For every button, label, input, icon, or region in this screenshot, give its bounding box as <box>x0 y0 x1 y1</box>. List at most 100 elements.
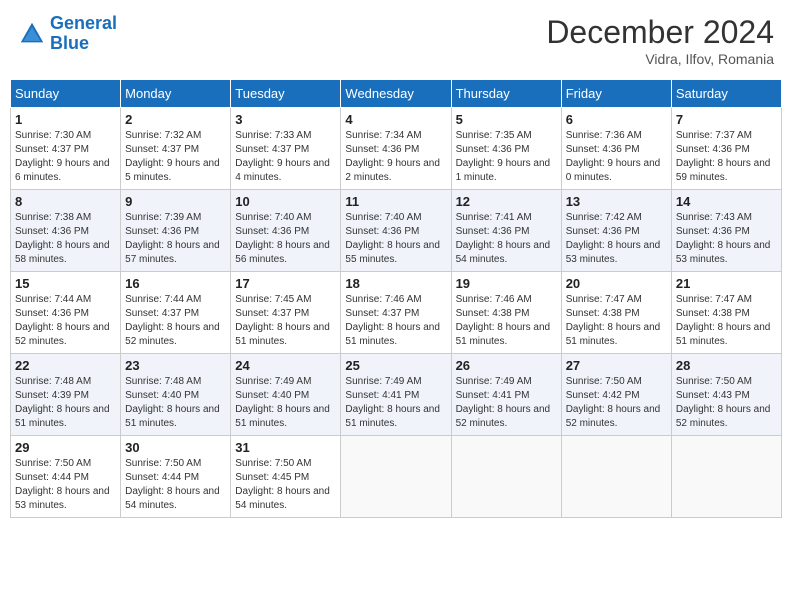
day-info: Sunrise: 7:50 AM Sunset: 4:43 PM Dayligh… <box>676 375 777 431</box>
calendar-day-cell: 28 Sunrise: 7:50 AM Sunset: 4:43 PM Dayl… <box>671 354 781 436</box>
day-info: Sunrise: 7:45 AM Sunset: 4:37 PM Dayligh… <box>235 293 336 349</box>
calendar-week-row: 22 Sunrise: 7:48 AM Sunset: 4:39 PM Dayl… <box>11 354 782 436</box>
calendar-day-cell: 30 Sunrise: 7:50 AM Sunset: 4:44 PM Dayl… <box>121 436 231 518</box>
calendar-day-cell: 24 Sunrise: 7:49 AM Sunset: 4:40 PM Dayl… <box>231 354 341 436</box>
day-info: Sunrise: 7:34 AM Sunset: 4:36 PM Dayligh… <box>345 129 446 185</box>
calendar-day-cell: 23 Sunrise: 7:48 AM Sunset: 4:40 PM Dayl… <box>121 354 231 436</box>
location-subtitle: Vidra, Ilfov, Romania <box>546 51 774 67</box>
day-number: 11 <box>345 194 446 209</box>
day-number: 28 <box>676 358 777 373</box>
day-number: 14 <box>676 194 777 209</box>
day-info: Sunrise: 7:48 AM Sunset: 4:40 PM Dayligh… <box>125 375 226 431</box>
calendar-day-cell: 29 Sunrise: 7:50 AM Sunset: 4:44 PM Dayl… <box>11 436 121 518</box>
day-of-week-header: Thursday <box>451 80 561 108</box>
day-number: 26 <box>456 358 557 373</box>
calendar-day-cell: 16 Sunrise: 7:44 AM Sunset: 4:37 PM Dayl… <box>121 272 231 354</box>
day-of-week-header: Friday <box>561 80 671 108</box>
day-number: 9 <box>125 194 226 209</box>
day-number: 8 <box>15 194 116 209</box>
calendar-header-row: SundayMondayTuesdayWednesdayThursdayFrid… <box>11 80 782 108</box>
calendar-week-row: 29 Sunrise: 7:50 AM Sunset: 4:44 PM Dayl… <box>11 436 782 518</box>
day-info: Sunrise: 7:50 AM Sunset: 4:44 PM Dayligh… <box>15 457 116 513</box>
calendar-day-cell: 21 Sunrise: 7:47 AM Sunset: 4:38 PM Dayl… <box>671 272 781 354</box>
day-number: 17 <box>235 276 336 291</box>
calendar-day-cell: 7 Sunrise: 7:37 AM Sunset: 4:36 PM Dayli… <box>671 108 781 190</box>
day-number: 12 <box>456 194 557 209</box>
calendar-day-cell: 8 Sunrise: 7:38 AM Sunset: 4:36 PM Dayli… <box>11 190 121 272</box>
day-number: 30 <box>125 440 226 455</box>
calendar-table: SundayMondayTuesdayWednesdayThursdayFrid… <box>10 79 782 518</box>
calendar-day-cell: 9 Sunrise: 7:39 AM Sunset: 4:36 PM Dayli… <box>121 190 231 272</box>
month-title: December 2024 <box>546 14 774 51</box>
day-number: 24 <box>235 358 336 373</box>
day-info: Sunrise: 7:32 AM Sunset: 4:37 PM Dayligh… <box>125 129 226 185</box>
calendar-day-cell: 2 Sunrise: 7:32 AM Sunset: 4:37 PM Dayli… <box>121 108 231 190</box>
calendar-day-cell: 26 Sunrise: 7:49 AM Sunset: 4:41 PM Dayl… <box>451 354 561 436</box>
day-info: Sunrise: 7:50 AM Sunset: 4:42 PM Dayligh… <box>566 375 667 431</box>
day-info: Sunrise: 7:40 AM Sunset: 4:36 PM Dayligh… <box>235 211 336 267</box>
day-number: 6 <box>566 112 667 127</box>
day-info: Sunrise: 7:40 AM Sunset: 4:36 PM Dayligh… <box>345 211 446 267</box>
calendar-day-cell: 11 Sunrise: 7:40 AM Sunset: 4:36 PM Dayl… <box>341 190 451 272</box>
day-info: Sunrise: 7:50 AM Sunset: 4:44 PM Dayligh… <box>125 457 226 513</box>
calendar-day-cell <box>671 436 781 518</box>
day-number: 10 <box>235 194 336 209</box>
day-info: Sunrise: 7:46 AM Sunset: 4:38 PM Dayligh… <box>456 293 557 349</box>
day-info: Sunrise: 7:33 AM Sunset: 4:37 PM Dayligh… <box>235 129 336 185</box>
day-number: 25 <box>345 358 446 373</box>
day-number: 21 <box>676 276 777 291</box>
calendar-day-cell <box>561 436 671 518</box>
calendar-day-cell: 27 Sunrise: 7:50 AM Sunset: 4:42 PM Dayl… <box>561 354 671 436</box>
day-number: 18 <box>345 276 446 291</box>
day-info: Sunrise: 7:36 AM Sunset: 4:36 PM Dayligh… <box>566 129 667 185</box>
day-number: 23 <box>125 358 226 373</box>
day-number: 1 <box>15 112 116 127</box>
day-info: Sunrise: 7:50 AM Sunset: 4:45 PM Dayligh… <box>235 457 336 513</box>
calendar-day-cell: 10 Sunrise: 7:40 AM Sunset: 4:36 PM Dayl… <box>231 190 341 272</box>
day-number: 19 <box>456 276 557 291</box>
calendar-day-cell: 1 Sunrise: 7:30 AM Sunset: 4:37 PM Dayli… <box>11 108 121 190</box>
calendar-day-cell <box>341 436 451 518</box>
day-info: Sunrise: 7:49 AM Sunset: 4:40 PM Dayligh… <box>235 375 336 431</box>
day-info: Sunrise: 7:30 AM Sunset: 4:37 PM Dayligh… <box>15 129 116 185</box>
calendar-day-cell: 14 Sunrise: 7:43 AM Sunset: 4:36 PM Dayl… <box>671 190 781 272</box>
calendar-day-cell: 4 Sunrise: 7:34 AM Sunset: 4:36 PM Dayli… <box>341 108 451 190</box>
day-number: 16 <box>125 276 226 291</box>
day-number: 15 <box>15 276 116 291</box>
calendar-day-cell: 22 Sunrise: 7:48 AM Sunset: 4:39 PM Dayl… <box>11 354 121 436</box>
day-number: 3 <box>235 112 336 127</box>
day-info: Sunrise: 7:47 AM Sunset: 4:38 PM Dayligh… <box>566 293 667 349</box>
day-info: Sunrise: 7:46 AM Sunset: 4:37 PM Dayligh… <box>345 293 446 349</box>
day-number: 29 <box>15 440 116 455</box>
day-of-week-header: Wednesday <box>341 80 451 108</box>
calendar-day-cell: 17 Sunrise: 7:45 AM Sunset: 4:37 PM Dayl… <box>231 272 341 354</box>
calendar-day-cell: 19 Sunrise: 7:46 AM Sunset: 4:38 PM Dayl… <box>451 272 561 354</box>
day-info: Sunrise: 7:43 AM Sunset: 4:36 PM Dayligh… <box>676 211 777 267</box>
day-number: 22 <box>15 358 116 373</box>
day-info: Sunrise: 7:41 AM Sunset: 4:36 PM Dayligh… <box>456 211 557 267</box>
day-info: Sunrise: 7:44 AM Sunset: 4:36 PM Dayligh… <box>15 293 116 349</box>
calendar-day-cell: 6 Sunrise: 7:36 AM Sunset: 4:36 PM Dayli… <box>561 108 671 190</box>
day-number: 7 <box>676 112 777 127</box>
day-info: Sunrise: 7:39 AM Sunset: 4:36 PM Dayligh… <box>125 211 226 267</box>
day-info: Sunrise: 7:35 AM Sunset: 4:36 PM Dayligh… <box>456 129 557 185</box>
logo-icon <box>18 20 46 48</box>
day-number: 5 <box>456 112 557 127</box>
day-info: Sunrise: 7:37 AM Sunset: 4:36 PM Dayligh… <box>676 129 777 185</box>
day-info: Sunrise: 7:49 AM Sunset: 4:41 PM Dayligh… <box>456 375 557 431</box>
day-info: Sunrise: 7:42 AM Sunset: 4:36 PM Dayligh… <box>566 211 667 267</box>
calendar-day-cell: 18 Sunrise: 7:46 AM Sunset: 4:37 PM Dayl… <box>341 272 451 354</box>
day-info: Sunrise: 7:48 AM Sunset: 4:39 PM Dayligh… <box>15 375 116 431</box>
day-info: Sunrise: 7:38 AM Sunset: 4:36 PM Dayligh… <box>15 211 116 267</box>
day-of-week-header: Tuesday <box>231 80 341 108</box>
page-header: General Blue December 2024 Vidra, Ilfov,… <box>10 10 782 71</box>
calendar-day-cell: 12 Sunrise: 7:41 AM Sunset: 4:36 PM Dayl… <box>451 190 561 272</box>
calendar-day-cell: 5 Sunrise: 7:35 AM Sunset: 4:36 PM Dayli… <box>451 108 561 190</box>
calendar-day-cell: 3 Sunrise: 7:33 AM Sunset: 4:37 PM Dayli… <box>231 108 341 190</box>
day-info: Sunrise: 7:47 AM Sunset: 4:38 PM Dayligh… <box>676 293 777 349</box>
calendar-week-row: 1 Sunrise: 7:30 AM Sunset: 4:37 PM Dayli… <box>11 108 782 190</box>
calendar-day-cell: 25 Sunrise: 7:49 AM Sunset: 4:41 PM Dayl… <box>341 354 451 436</box>
title-block: December 2024 Vidra, Ilfov, Romania <box>546 14 774 67</box>
calendar-week-row: 15 Sunrise: 7:44 AM Sunset: 4:36 PM Dayl… <box>11 272 782 354</box>
day-number: 4 <box>345 112 446 127</box>
